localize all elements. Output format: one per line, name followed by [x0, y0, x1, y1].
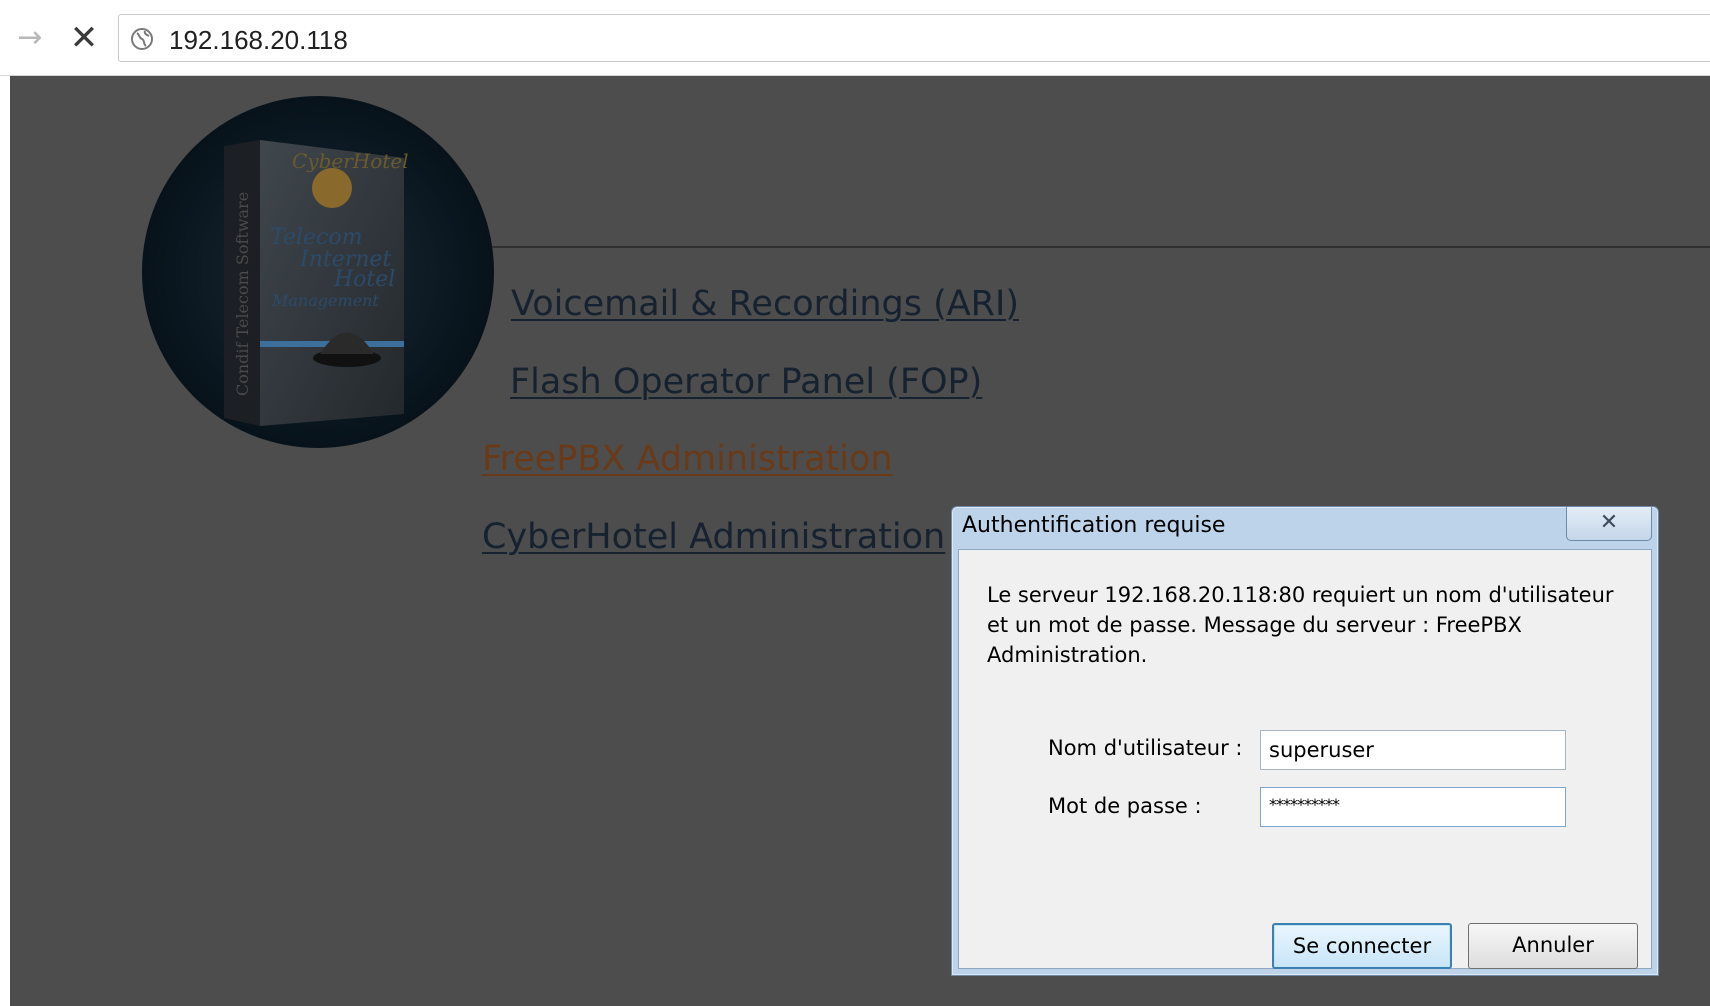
svg-text:Hotel: Hotel — [333, 267, 395, 292]
dialog-message: Le serveur 192.168.20.118:80 requiert un… — [987, 583, 1614, 667]
forward-icon[interactable]: → — [10, 20, 50, 56]
svg-text:Management: Management — [271, 291, 379, 310]
svg-text:Condif Telecom Software: Condif Telecom Software — [233, 192, 252, 396]
address-bar[interactable]: 192.168.20.118 — [118, 14, 1710, 62]
stop-icon[interactable]: ✕ — [64, 18, 104, 58]
header-divider — [492, 246, 1710, 248]
username-label: Nom d'utilisateur : — [1048, 736, 1243, 760]
link-cyberhotel-admin[interactable]: CyberHotel Administration — [482, 517, 945, 557]
username-field[interactable]: superuser — [1260, 730, 1566, 770]
browser-toolbar: → ✕ 192.168.20.118 — [0, 0, 1710, 76]
globe-icon — [131, 28, 153, 50]
auth-dialog: Authentification requise ✕ Le serveur 19… — [951, 506, 1659, 976]
window-edge — [0, 76, 10, 1006]
close-icon[interactable]: ✕ — [1566, 507, 1652, 541]
link-freepbx-admin[interactable]: FreePBX Administration — [482, 439, 893, 479]
logo-brand-text: CyberHotel — [292, 149, 409, 173]
cancel-button[interactable]: Annuler — [1468, 923, 1638, 969]
cyberhotel-logo: CyberHotel Telecom Internet Hotel Manage… — [142, 96, 494, 448]
login-button[interactable]: Se connecter — [1272, 923, 1452, 969]
link-fop[interactable]: Flash Operator Panel (FOP) — [510, 362, 982, 402]
dialog-title: Authentification requise — [962, 513, 1226, 538]
password-field[interactable]: ********** — [1260, 787, 1566, 827]
url-text: 192.168.20.118 — [169, 25, 348, 55]
link-ari[interactable]: Voicemail & Recordings (ARI) — [511, 284, 1019, 324]
password-label: Mot de passe : — [1048, 794, 1202, 818]
dialog-body: Le serveur 192.168.20.118:80 requiert un… — [958, 549, 1652, 969]
